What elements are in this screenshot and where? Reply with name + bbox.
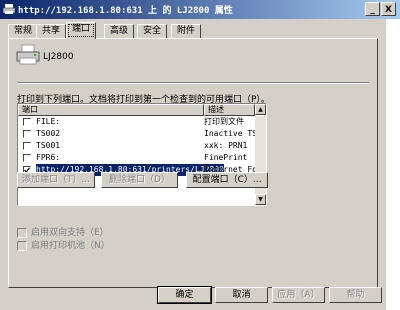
port-name: TS001: [36, 141, 61, 150]
window-title: http://192.168.1.80:631 上 的 LJ2800 属性: [18, 6, 233, 16]
vertical-scrollbar[interactable]: ▲ ▼: [255, 104, 266, 205]
port-checkbox[interactable]: [23, 154, 31, 162]
port-checkbox[interactable]: [23, 130, 31, 138]
bidi-checkbox[interactable]: [17, 227, 27, 238]
port-description: FinePrint: [204, 153, 248, 162]
add-port-button[interactable]: 添加端口（T）...: [17, 172, 95, 188]
column-header-description[interactable]: 描述: [204, 104, 255, 116]
cancel-button[interactable]: 取消: [215, 287, 268, 303]
port-checkbox[interactable]: [23, 142, 31, 150]
pool-option[interactable]: 启用打印机池（N）: [17, 238, 110, 251]
port-row[interactable]: FPR6: FinePrint: [18, 152, 255, 164]
scroll-down-button[interactable]: ▼: [255, 194, 266, 205]
separator: [17, 82, 369, 84]
title-bar: http://192.168.1.80:631 上 的 LJ2800 属性 _ …: [0, 0, 400, 19]
printer-icon: [3, 4, 15, 14]
background-strip: [386, 19, 400, 310]
port-description: 打印到文件: [204, 117, 244, 126]
pool-checkbox[interactable]: [17, 240, 27, 251]
printer-large-icon: [16, 44, 40, 65]
column-header-port[interactable]: 端口: [18, 104, 204, 116]
delete-port-button[interactable]: 删除端口（D）: [101, 172, 178, 188]
tab-general[interactable]: 常规: [8, 24, 39, 38]
tab-sharing[interactable]: 共享: [36, 24, 67, 38]
bidi-option[interactable]: 启用双向支持（E）: [17, 225, 109, 238]
port-row[interactable]: TS001 xxk: PRN1: [18, 140, 255, 152]
tab-attachments[interactable]: 附件: [171, 24, 202, 38]
port-list[interactable]: 端口 描述 FILE: 打印到文件 TS002 Inactive TS TS00…: [17, 103, 267, 206]
tab-security[interactable]: 安全: [137, 24, 168, 38]
scroll-up-button[interactable]: ▲: [255, 104, 266, 115]
port-row[interactable]: FILE: 打印到文件: [18, 116, 255, 128]
printer-name: LJ2800: [43, 52, 74, 62]
port-row[interactable]: TS002 Inactive TS: [18, 128, 256, 140]
bidi-label: 启用双向支持（E）: [31, 228, 109, 238]
configure-port-button[interactable]: 配置端口（C）...: [186, 172, 268, 188]
minimize-button[interactable]: _: [365, 2, 380, 16]
port-description: Inactive TS: [204, 129, 256, 138]
port-name: FILE:: [36, 117, 61, 126]
apply-button[interactable]: 应用（A）: [272, 287, 325, 303]
port-description: xxk: PRN1: [204, 141, 248, 150]
pool-label: 启用打印机池（N）: [31, 241, 110, 251]
port-name: TS002: [36, 129, 61, 138]
help-button[interactable]: 帮助: [329, 287, 382, 303]
ok-button[interactable]: 确定: [157, 286, 212, 304]
tab-advanced[interactable]: 高级: [104, 24, 135, 38]
close-button[interactable]: X: [381, 2, 396, 16]
port-name: FPR6:: [36, 153, 61, 162]
port-checkbox[interactable]: [23, 118, 31, 126]
properties-dialog: 常规 共享 端口 高级 安全 附件 LJ2800 打印到下列端口。文档将打印到第…: [0, 19, 386, 310]
tab-ports[interactable]: 端口: [66, 22, 97, 39]
